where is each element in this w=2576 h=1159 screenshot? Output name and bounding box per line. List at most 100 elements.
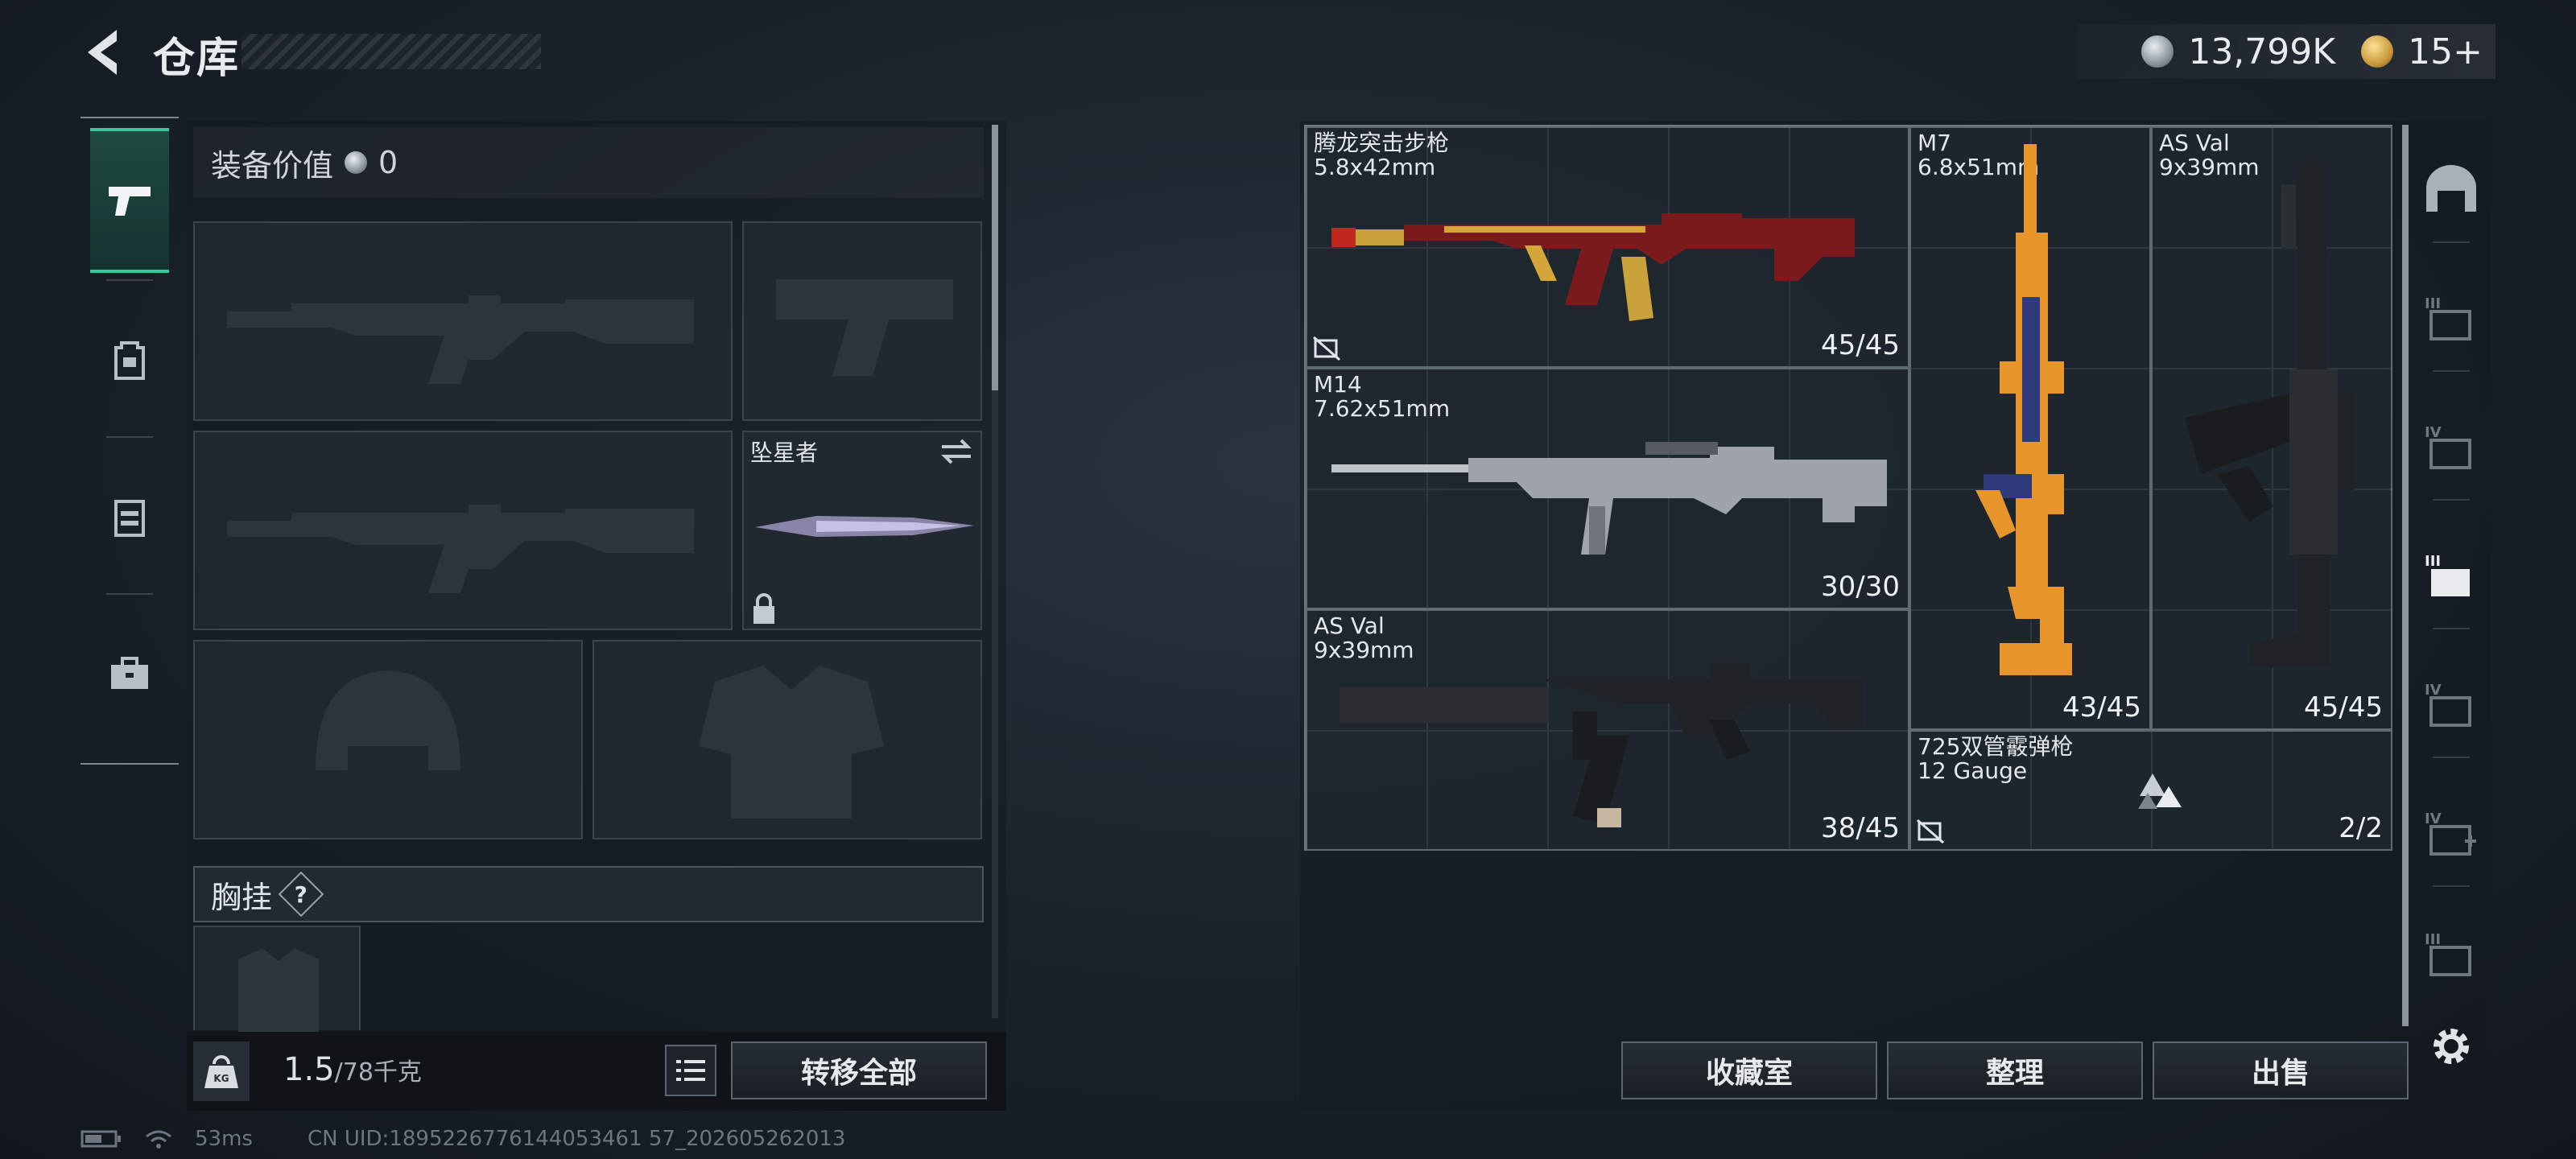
tier-page-icon: IV	[2425, 424, 2471, 469]
as-val-rifle-image	[1340, 663, 1863, 827]
body-armor-slot[interactable]	[592, 640, 982, 839]
settings-button[interactable]	[2417, 1006, 2486, 1087]
stash-tab-tier3-c[interactable]: III	[2417, 918, 2486, 990]
stash-grid: 腾龙突击步枪 5.8x42mm 45/45 M7 6.8x51mm 43/45 AS…	[1304, 125, 2392, 851]
stash-tab-tier4-a[interactable]: IV	[2417, 402, 2486, 491]
silver-currency-value: 13,799K	[2188, 31, 2336, 72]
melee-name: 坠星者	[750, 439, 819, 466]
list-view-button[interactable]	[665, 1045, 716, 1096]
tab-divider	[2433, 757, 2470, 758]
stash-item[interactable]: M7 6.8x51mm 43/45	[1909, 126, 2151, 730]
weapons-tab[interactable]	[90, 128, 169, 273]
battery-icon	[80, 1130, 121, 1148]
stash-item[interactable]: 725双管霰弹枪 12 Gauge 2/2	[1909, 730, 2392, 851]
backpack-icon	[114, 341, 145, 380]
gold-currency-value: 15+	[2408, 31, 2483, 72]
carry-weight: 1.5/78千克	[283, 1051, 422, 1088]
container-tab[interactable]	[90, 601, 169, 746]
melee-weapon-slot[interactable]: 坠星者	[742, 431, 982, 630]
m14-rifle-image	[1331, 442, 1887, 555]
tab-divider	[2433, 628, 2470, 629]
primary-weapon-slot[interactable]	[193, 221, 733, 421]
knife-icon	[755, 516, 974, 537]
title-stripe	[242, 34, 541, 69]
chest-rig-label: 胸挂	[211, 879, 273, 915]
tab-divider	[2433, 241, 2470, 243]
list-icon	[676, 1060, 705, 1081]
svg-text:KG: KG	[213, 1073, 229, 1084]
sell-button[interactable]: 出售	[2153, 1041, 2409, 1099]
gold-coin-icon	[2361, 35, 2394, 68]
rarity-triangles-icon	[2138, 773, 2182, 809]
status-bar: 53ms CN UID:1895226776144053461 57_20260…	[80, 1127, 845, 1151]
loadout-category-tabs	[80, 117, 179, 765]
stash-tab-tier4-add[interactable]: IV	[2417, 789, 2486, 877]
no-insure-icon	[1917, 819, 1944, 844]
tier-page-icon: III	[2425, 931, 2471, 976]
chest-rig-tab[interactable]	[90, 444, 169, 589]
ammo-count: 38/45	[1821, 812, 1900, 844]
user-uid: CN UID:1895226776144053461 57_2026052620…	[307, 1127, 846, 1151]
tab-divider	[2433, 370, 2470, 372]
ammo-count: 30/30	[1821, 571, 1900, 603]
ping-value: 53ms	[195, 1127, 253, 1151]
stash-item[interactable]: 腾龙突击步枪 5.8x42mm 45/45	[1306, 126, 1909, 368]
stash-item[interactable]: AS Val 9x39mm 38/45	[1306, 609, 1909, 851]
help-icon[interactable]: ?	[278, 871, 324, 918]
stash-tab-tier3-b[interactable]: III	[2417, 531, 2486, 620]
primary-weapon-slot-2[interactable]	[193, 431, 733, 630]
page-title: 仓库	[153, 35, 241, 83]
stash-tab-all[interactable]	[2417, 145, 2486, 233]
dragon-rifle-image	[1331, 213, 1855, 321]
equipment-value: 装备价值 0	[193, 127, 984, 198]
ammo-count: 45/45	[1821, 329, 1900, 361]
silver-coin-icon	[2141, 35, 2174, 68]
stash-item[interactable]: M14 7.62x51mm 30/30	[1306, 368, 1909, 609]
svg-text:IV: IV	[2425, 424, 2442, 441]
weight-max: /78千克	[334, 1058, 422, 1087]
weight-current: 1.5	[283, 1051, 335, 1088]
back-button[interactable]	[77, 23, 129, 82]
tier-page-icon: III	[2425, 295, 2471, 340]
pistol-silhouette-icon	[776, 279, 953, 376]
stash-tab-tier3-a[interactable]: III	[2417, 274, 2486, 362]
stash-item[interactable]: AS Val 9x39mm 45/45	[2151, 126, 2392, 730]
chest-rig-header: 胸挂 ?	[193, 866, 984, 922]
equip-value-amount: 0	[378, 145, 398, 180]
ammo-count: 45/45	[2304, 691, 2383, 724]
as-val-rifle-image	[2185, 160, 2354, 667]
stash-tab-tier4-b[interactable]: IV	[2417, 660, 2486, 749]
tab-divider	[106, 593, 153, 595]
helmet-silhouette-icon	[316, 670, 460, 770]
svg-text:IV: IV	[2425, 682, 2442, 699]
rifle-silhouette-icon	[227, 505, 694, 593]
warehouse-icon	[2426, 165, 2476, 212]
swap-icon[interactable]	[939, 437, 974, 466]
transfer-all-button[interactable]: 转移全部	[731, 1041, 987, 1099]
stash-scrollbar[interactable]	[2402, 125, 2409, 1026]
tier-page-icon: IV	[2425, 682, 2471, 727]
tier-add-page-icon: IV	[2425, 810, 2476, 856]
ammo-count: 43/45	[2062, 691, 2141, 724]
svg-text:IV: IV	[2425, 810, 2442, 827]
item-name: 725双管霰弹枪 12 Gauge	[1918, 733, 2074, 784]
backpack-tab[interactable]	[90, 287, 169, 432]
m7-rifle-image	[1975, 144, 2072, 675]
svg-text:III: III	[2425, 295, 2441, 312]
currency-bar: 13,799K 15+	[2077, 24, 2496, 79]
collection-room-button[interactable]: 收藏室	[1621, 1041, 1877, 1099]
svg-text:III: III	[2425, 931, 2441, 948]
chest-rig-slot[interactable]	[193, 926, 361, 1032]
wifi-icon	[146, 1130, 171, 1149]
weight-icon: KG	[193, 1041, 250, 1101]
organize-button[interactable]: 整理	[1887, 1041, 2143, 1099]
secondary-weapon-slot[interactable]	[742, 221, 982, 421]
pistol-icon	[109, 187, 151, 216]
rifle-silhouette-icon	[227, 295, 694, 384]
tier-page-icon: III	[2425, 553, 2470, 596]
ammo-count: 2/2	[2339, 812, 2383, 844]
loadout-scrollbar-thumb[interactable]	[992, 125, 998, 390]
svg-text:III: III	[2425, 553, 2441, 570]
helmet-slot[interactable]	[193, 640, 583, 839]
tab-divider	[2433, 499, 2470, 501]
